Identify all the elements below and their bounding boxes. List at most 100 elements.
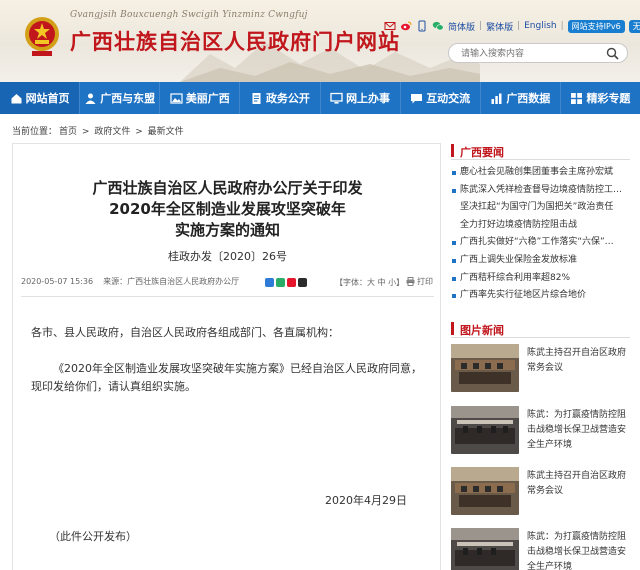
wechat-icon[interactable] xyxy=(432,20,444,32)
photo-news-item[interactable]: 陈武主持召开自治区政府常务会议 xyxy=(451,467,630,517)
nav-item-home[interactable]: 网站首页 xyxy=(0,82,80,114)
article-title-line: 广西壮族自治区人民政府办公厅关于印发 xyxy=(92,179,363,197)
site-pinyin: Gvangjsih Bouxcuengh Swcigih Yinzminz Cw… xyxy=(70,10,308,20)
mobile-icon[interactable] xyxy=(416,20,428,32)
share-buttons xyxy=(265,278,307,287)
news-item[interactable]: 陈武深入凭祥检查督导边境疫情防控工作… xyxy=(451,182,630,200)
photo-news-item[interactable]: 陈武：为打赢疫情防控阻击战稳增长保卫战营造安全生产环境 xyxy=(451,528,630,570)
breadcrumb-prefix: 当前位置： xyxy=(12,127,58,137)
home-icon xyxy=(11,93,22,103)
weibo-icon[interactable] xyxy=(400,20,412,32)
news-item[interactable]: 全力打好边境疫情防控阻击战 xyxy=(451,217,630,235)
publish-datetime: 2020-05-07 15:36 xyxy=(21,277,94,286)
nav-label: 美丽广西 xyxy=(185,92,230,105)
article-salutation: 各市、县人民政府，自治区人民政府各组成部门、各直属机构： xyxy=(31,326,339,339)
document-icon xyxy=(252,92,261,104)
nav-label: 政务公开 xyxy=(265,92,310,105)
nav-item-special-topics[interactable]: 精彩专题 xyxy=(559,82,640,114)
nav-item-public-affairs[interactable]: 政务公开 xyxy=(239,82,319,114)
link-separator: | xyxy=(560,21,564,31)
breadcrumb-gov-docs[interactable]: 政府文件 xyxy=(94,127,130,137)
nav-item-asean[interactable]: 广西与东盟 xyxy=(79,82,159,114)
news-section-title[interactable]: 广西要闻 xyxy=(460,144,504,160)
share-weibo-icon[interactable] xyxy=(287,278,296,287)
article-title-line: 2020年全区制造业发展攻坚突破年 xyxy=(109,200,346,218)
news-item[interactable]: 广西上调失业保险金发放标准 xyxy=(451,252,630,270)
breadcrumb-home[interactable]: 首页 xyxy=(59,127,77,137)
english-link[interactable]: English xyxy=(524,21,557,31)
article-source: 来源：广西壮族自治区人民政府办公厅 xyxy=(103,277,240,286)
breadcrumb-separator: > xyxy=(81,127,90,137)
article-paragraph: 《2020年全区制造业发展攻坚突破年实施方案》已经自治区人民政府同意，现印发给你… xyxy=(31,362,422,393)
news-item[interactable]: 广西扎实做好“六稳”工作落实“六保”… xyxy=(451,234,630,252)
share-wechat-icon[interactable] xyxy=(276,278,285,287)
print-label: 打印 xyxy=(417,277,433,286)
news-list: 鹿心社会见融创集团董事会主席孙宏斌 陈武深入凭祥检查督导边境疫情防控工作… 坚决… xyxy=(451,164,630,305)
breadcrumb: 当前位置： 首页 > 政府文件 > 最新文件 xyxy=(12,124,186,137)
chart-icon xyxy=(491,93,502,104)
nav-label: 精彩专题 xyxy=(586,92,631,105)
mail-icon[interactable] xyxy=(384,20,396,32)
section-accent-bar xyxy=(451,322,454,335)
site-header: Gvangjsih Bouxcuengh Swcigih Yinzminz Cw… xyxy=(0,0,640,82)
site-title[interactable]: 广西壮族自治区人民政府门户网站 xyxy=(70,26,400,56)
news-item[interactable]: 鹿心社会见融创集团董事会主席孙宏斌 xyxy=(451,164,630,182)
accessibility-button[interactable]: 无障碍 xyxy=(628,19,640,33)
photo-news-section-header: 图片新闻 xyxy=(451,320,630,338)
breadcrumb-separator: > xyxy=(135,127,143,137)
article-meta: 2020-05-07 15:36 来源：广西壮族自治区人民政府办公厅 xyxy=(21,276,239,287)
national-emblem-icon xyxy=(25,17,59,56)
nav-label: 广西数据 xyxy=(506,92,551,105)
article-title-line: 实施方案的通知 xyxy=(174,221,280,239)
printer-icon xyxy=(406,277,415,286)
search-box xyxy=(448,43,628,63)
photo-news-caption[interactable]: 陈武：为打赢疫情防控阻击战稳增长保卫战营造安全生产环境 xyxy=(527,408,629,453)
nav-label: 网上办事 xyxy=(346,92,391,105)
nav-item-beautiful[interactable]: 美丽广西 xyxy=(159,82,239,114)
meeting-photo[interactable] xyxy=(451,344,519,392)
meeting-photo[interactable] xyxy=(451,528,519,570)
chat-icon xyxy=(411,93,423,103)
photo-news-caption[interactable]: 陈武主持召开自治区政府常务会议 xyxy=(527,469,629,499)
photo-news-item[interactable]: 陈武：为打赢疫情防控阻击战稳增长保卫战营造安全生产环境 xyxy=(451,406,630,456)
nav-item-online-services[interactable]: 网上办事 xyxy=(319,82,400,114)
photo-news-caption[interactable]: 陈武主持召开自治区政府常务会议 xyxy=(527,346,629,376)
image-icon xyxy=(170,92,183,104)
news-item[interactable]: 广西率先实行征地区片综合地价 xyxy=(451,287,630,305)
photo-news-caption[interactable]: 陈武：为打赢疫情防控阻击战稳增长保卫战营造安全生产环境 xyxy=(527,530,629,570)
meeting-photo[interactable] xyxy=(451,406,519,454)
news-section-header: 广西要闻 xyxy=(451,142,630,160)
nav-label: 网站首页 xyxy=(25,92,70,105)
ipv6-badge[interactable]: 网站支持IPv6 xyxy=(567,19,625,33)
nav-label: 广西与东盟 xyxy=(100,92,156,105)
search-input[interactable] xyxy=(461,47,601,60)
traditional-link[interactable]: 繁体版 xyxy=(486,20,513,33)
document-number: 桂政办发〔2020〕26号 xyxy=(168,250,287,263)
section-accent-bar xyxy=(451,144,454,157)
people-icon xyxy=(85,93,96,104)
grid-icon xyxy=(571,92,583,104)
meeting-photo[interactable] xyxy=(451,467,519,515)
share-qzone-icon[interactable] xyxy=(265,278,274,287)
print-button[interactable]: 打印 xyxy=(406,276,433,287)
news-item[interactable]: 坚决扛起“为国守门为国把关”政治责任 xyxy=(451,199,630,217)
breadcrumb-latest-docs[interactable]: 最新文件 xyxy=(148,127,184,137)
photo-news-item[interactable]: 陈武主持召开自治区政府常务会议 xyxy=(451,344,630,394)
main-nav: 网站首页 广西与东盟 美丽广西 政务公开 网上办事 互动交流 广西数据 精彩专题 xyxy=(0,82,640,114)
font-size-switcher[interactable]: 【字体：大 中 小】 xyxy=(335,277,404,288)
search-icon[interactable] xyxy=(606,47,619,60)
news-item[interactable]: 广西秸秆综合利用率超82% xyxy=(451,270,630,288)
nav-item-interaction[interactable]: 互动交流 xyxy=(399,82,480,114)
meta-divider xyxy=(21,296,434,297)
photo-news-section-title[interactable]: 图片新闻 xyxy=(460,322,504,338)
article-sign-date: 2020年4月29日 xyxy=(325,494,407,507)
share-qq-icon[interactable] xyxy=(298,278,307,287)
nav-item-data[interactable]: 广西数据 xyxy=(479,82,560,114)
article-panel: 广西壮族自治区人民政府办公厅关于印发 2020年全区制造业发展攻坚突破年 实施方… xyxy=(12,143,441,570)
article-title: 广西壮族自治区人民政府办公厅关于印发 2020年全区制造业发展攻坚突破年 实施方… xyxy=(13,178,442,241)
top-links: 简体版 | 繁体版 | English | 网站支持IPv6 无障碍 xyxy=(384,18,640,34)
simplified-link[interactable]: 简体版 xyxy=(448,20,475,33)
article-disclosure-note: （此件公开发布） xyxy=(49,530,137,543)
link-separator: | xyxy=(517,21,521,31)
link-separator: | xyxy=(479,21,483,31)
